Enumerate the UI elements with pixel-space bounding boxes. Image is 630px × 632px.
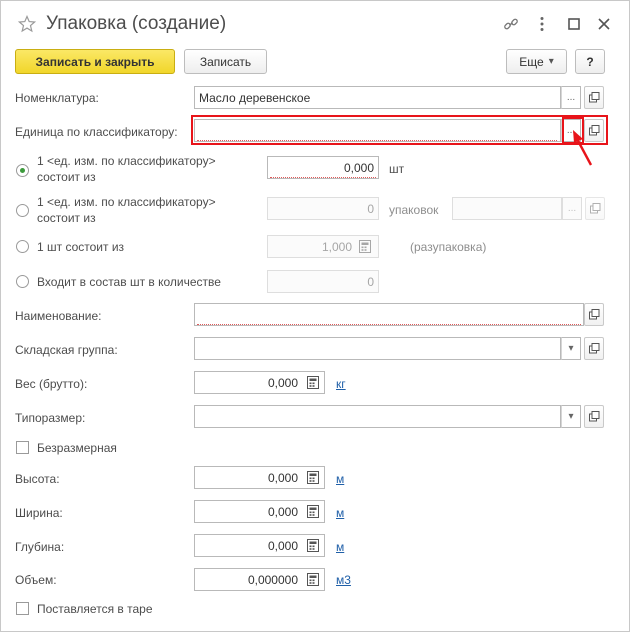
size-type-open-button[interactable] xyxy=(584,405,604,428)
option1-label-line1: 1 <ед. изм. по классификатору> xyxy=(37,154,216,168)
option1-label-line2: состоит из xyxy=(37,170,96,184)
size-type-label: Типоразмер: xyxy=(15,411,86,425)
name-open-button[interactable] xyxy=(584,303,604,326)
depth-field[interactable]: 0,000 xyxy=(194,534,325,557)
name-label: Наименование: xyxy=(15,309,102,323)
required-underline xyxy=(197,324,581,325)
height-unit-link[interactable]: м xyxy=(336,472,344,486)
option2-package-field[interactable] xyxy=(452,197,562,220)
option4-label: Входит в состав шт в количестве xyxy=(37,275,221,289)
option3-unit: (разупаковка) xyxy=(410,240,487,254)
calculator-icon[interactable] xyxy=(307,573,319,586)
open-icon xyxy=(588,92,599,103)
option2-quantity-field[interactable]: 0 xyxy=(267,197,379,220)
calculator-icon[interactable] xyxy=(307,539,319,552)
page-title: Упаковка (создание) xyxy=(46,13,227,34)
dimensionless-label: Безразмерная xyxy=(37,441,117,455)
depth-unit-link[interactable]: м xyxy=(336,540,344,554)
option2-label-line2: состоит из xyxy=(37,211,96,225)
option2-unit: упаковок xyxy=(389,203,439,217)
calculator-icon[interactable] xyxy=(307,471,319,484)
chevron-down-icon: ▾ xyxy=(568,343,574,354)
dimensionless-checkbox[interactable] xyxy=(16,441,29,454)
depth-label: Глубина: xyxy=(15,540,65,554)
calculator-icon[interactable] xyxy=(307,505,319,518)
chevron-down-icon: ▾ xyxy=(548,56,554,67)
nomenclature-field[interactable]: Масло деревенское xyxy=(194,86,561,109)
highlight-frame xyxy=(191,115,608,145)
warehouse-group-field[interactable] xyxy=(194,337,561,360)
name-field[interactable] xyxy=(194,303,584,326)
open-icon xyxy=(589,203,600,214)
more-button[interactable]: Еще ▾ xyxy=(506,49,567,74)
warehouse-group-dropdown-button[interactable]: ▾ xyxy=(561,337,581,360)
option2-open-button[interactable] xyxy=(585,197,605,220)
arrow-icon xyxy=(573,130,593,166)
volume-label: Объем: xyxy=(15,573,57,587)
chevron-down-icon: ▾ xyxy=(568,411,574,422)
width-field[interactable]: 0,000 xyxy=(194,500,325,523)
more-label: Еще xyxy=(519,54,544,69)
in-container-checkbox[interactable] xyxy=(16,602,29,615)
height-field[interactable]: 0,000 xyxy=(194,466,325,489)
option1-radio[interactable] xyxy=(16,164,29,177)
close-icon[interactable] xyxy=(595,15,613,33)
link-icon[interactable] xyxy=(502,15,520,33)
weight-unit-link[interactable]: кг xyxy=(336,377,346,391)
volume-field[interactable]: 0,000000 xyxy=(194,568,325,591)
warehouse-group-open-button[interactable] xyxy=(584,337,604,360)
option2-select-button[interactable]: ... xyxy=(562,197,582,220)
classifier-unit-label: Единица по классификатору: xyxy=(15,125,178,139)
nomenclature-open-button[interactable] xyxy=(584,86,604,109)
help-button[interactable]: ? xyxy=(575,49,605,74)
nomenclature-label: Номенклатура: xyxy=(15,91,99,105)
save-button[interactable]: Записать xyxy=(184,49,267,74)
calculator-icon[interactable] xyxy=(307,376,319,389)
option1-unit: шт xyxy=(389,162,405,176)
size-type-dropdown-button[interactable]: ▾ xyxy=(561,405,581,428)
option2-radio[interactable] xyxy=(16,204,29,217)
warehouse-group-label: Складская группа: xyxy=(15,343,118,357)
weight-field[interactable]: 0,000 xyxy=(194,371,325,394)
volume-unit-link[interactable]: м3 xyxy=(336,573,351,587)
size-type-field[interactable] xyxy=(194,405,561,428)
open-icon xyxy=(588,309,599,320)
open-icon xyxy=(588,343,599,354)
option4-quantity-field[interactable]: 0 xyxy=(267,270,379,293)
nomenclature-select-button[interactable]: ... xyxy=(561,86,581,109)
option4-radio[interactable] xyxy=(16,275,29,288)
in-container-label: Поставляется в таре xyxy=(37,602,153,616)
star-icon[interactable] xyxy=(18,15,36,33)
width-label: Ширина: xyxy=(15,506,63,520)
option3-radio[interactable] xyxy=(16,240,29,253)
save-and-close-button[interactable]: Записать и закрыть xyxy=(15,49,175,74)
weight-label: Вес (брутто): xyxy=(15,377,88,391)
maximize-icon[interactable] xyxy=(565,15,583,33)
option2-label-line1: 1 <ед. изм. по классификатору> xyxy=(37,195,216,209)
option1-quantity-field[interactable]: 0,000 xyxy=(267,156,379,179)
width-unit-link[interactable]: м xyxy=(336,506,344,520)
packaging-form-window: Упаковка (создание) Записать и закрыть З… xyxy=(0,0,630,632)
option3-label: 1 шт состоит из xyxy=(37,240,125,254)
height-label: Высота: xyxy=(15,472,60,486)
calculator-icon[interactable] xyxy=(359,240,371,253)
more-vertical-icon[interactable] xyxy=(533,15,551,33)
required-underline xyxy=(270,177,376,178)
open-icon xyxy=(588,411,599,422)
